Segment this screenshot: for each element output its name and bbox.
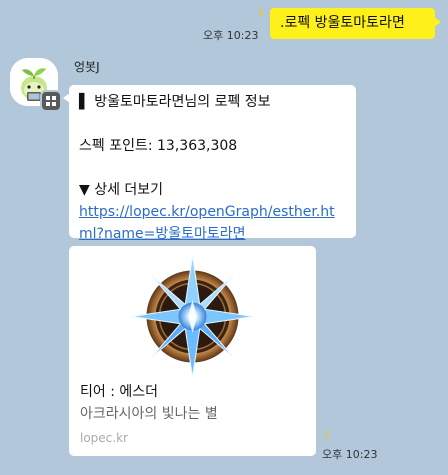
profile-link[interactable]: https://lopec.kr/openGraph/esther.html?n… bbox=[79, 201, 346, 245]
bot-badge-icon bbox=[40, 90, 62, 112]
outgoing-message-bubble[interactable]: .로펙 방울토마토라면 bbox=[270, 8, 441, 39]
message-time: 오후 10:23 bbox=[203, 29, 259, 42]
card-message-time: 오후 10:23 bbox=[322, 448, 378, 461]
card-unread-count: 1 bbox=[324, 430, 331, 441]
incoming-message-bubble[interactable]: ▌ 방울토마토라면님의 로펙 정보 스펙 포인트: 13,363,308 ▼ 상… bbox=[63, 85, 356, 242]
message-line-header: ▌ 방울토마토라면님의 로펙 정보 bbox=[79, 94, 271, 110]
link-preview-card[interactable]: 티어 : 에스더 아크라시아의 빛나는 별 lopec.kr bbox=[69, 246, 316, 456]
card-title: 티어 : 에스더 bbox=[80, 384, 159, 400]
message-line-more: ▼ 상세 더보기 bbox=[79, 182, 164, 198]
sender-name: 엉봇J bbox=[74, 60, 100, 74]
esther-tier-emblem-icon bbox=[131, 255, 254, 378]
message-line-spec: 스펙 포인트: 13,363,308 bbox=[79, 138, 238, 154]
unread-count: 1 bbox=[258, 8, 265, 19]
card-domain: lopec.kr bbox=[80, 431, 128, 445]
outgoing-message-text: .로펙 방울토마토라면 bbox=[280, 15, 405, 31]
card-description: 아크라시아의 빛나는 별 bbox=[80, 406, 218, 422]
